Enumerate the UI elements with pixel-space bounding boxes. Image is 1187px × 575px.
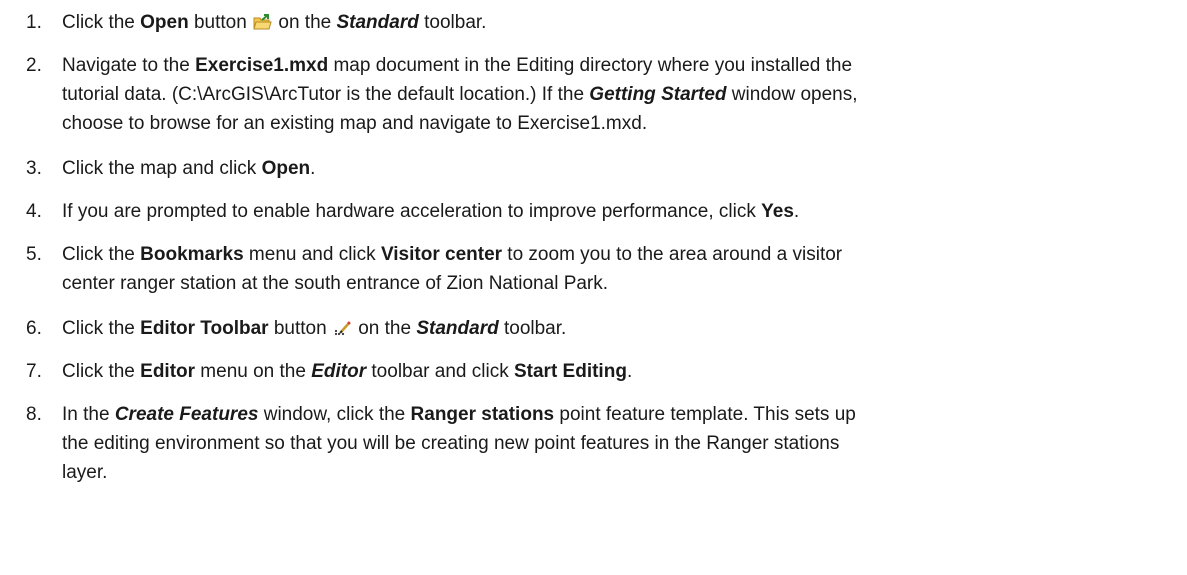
open-button-ref: Open [140, 12, 189, 33]
start-editing-ref: Start Editing [513, 361, 627, 382]
text: toolbar and click [366, 361, 514, 382]
line: center ranger station at the south entra… [62, 269, 1182, 298]
ranger-stations-ref: Ranger stations [410, 404, 555, 425]
standard-toolbar-ref: Standard [336, 12, 419, 33]
step-text: Click the Editor menu on the Editor tool… [62, 357, 1182, 386]
step-number: 5. [26, 244, 42, 265]
editor-toolbar-icon [333, 316, 352, 336]
step-text: Click the map and click Open. [62, 154, 1182, 183]
text: map document in the Editing directory wh… [328, 55, 853, 76]
line: In the Create Features window, click the… [62, 400, 1182, 429]
window-ref: Getting Started [589, 84, 727, 105]
line: Navigate to the Exercise1.mxd map docume… [62, 51, 1182, 80]
step-number: 2. [26, 55, 42, 76]
text: on the [352, 318, 417, 339]
text: Click the [62, 12, 141, 33]
step-text: Navigate to the Exercise1.mxd map docume… [62, 51, 1182, 138]
text: button [268, 318, 332, 339]
file-ref: Exercise1.mxd [195, 55, 329, 76]
step-text: In the Create Features window, click the… [62, 400, 1182, 487]
text: Click the [62, 244, 141, 265]
standard-toolbar-ref: Standard [416, 318, 499, 339]
line: Click the Bookmarks menu and click Visit… [62, 240, 1182, 269]
text: toolbar. [418, 12, 487, 33]
text: Click the [62, 318, 141, 339]
open-folder-icon [253, 10, 272, 30]
yes-ref: Yes [761, 201, 794, 222]
text: If you are prompted to enable hardware a… [62, 201, 762, 222]
step-number: 6. [26, 318, 42, 339]
line: the editing environment so that you will… [62, 429, 1182, 458]
create-features-ref: Create Features [114, 404, 259, 425]
text: menu on the [195, 361, 312, 382]
text: point feature template. This sets up [554, 404, 856, 425]
text: . [793, 201, 800, 222]
editor-toolbar-ref: Editor [311, 361, 367, 382]
text: layer. [62, 462, 108, 483]
step-text: Click the Open button on the Standard to… [62, 8, 1182, 37]
step-number: 4. [26, 201, 42, 222]
visitor-center-ref: Visitor center [380, 244, 503, 265]
step-number: 3. [26, 158, 42, 179]
bookmarks-ref: Bookmarks [140, 244, 244, 265]
text: window, click the [258, 404, 411, 425]
text: . [626, 361, 633, 382]
text: center ranger station at the south entra… [62, 273, 609, 294]
line: layer. [62, 458, 1182, 487]
text: toolbar. [498, 318, 567, 339]
text: window opens, [726, 84, 858, 105]
step-number: 8. [26, 404, 42, 425]
editor-menu-ref: Editor [140, 361, 196, 382]
text: the editing environment so that you will… [62, 433, 840, 454]
text: Click the map and click [62, 158, 262, 179]
text: choose to browse for an existing map and… [62, 113, 648, 134]
text: menu and click [243, 244, 381, 265]
text: to zoom you to the area around a visitor [502, 244, 843, 265]
text: In the [62, 404, 115, 425]
step-text: Click the Editor Toolbar button on the S… [62, 314, 1182, 343]
step-number: 1. [26, 12, 42, 33]
line: choose to browse for an existing map and… [62, 109, 1182, 138]
editor-toolbar-ref: Editor Toolbar [140, 318, 269, 339]
text: button [188, 12, 253, 33]
text: tutorial data. (C:\ArcGIS\ArcTutor is th… [62, 84, 590, 105]
text: on the [273, 12, 337, 33]
open-ref: Open [261, 158, 311, 179]
line: tutorial data. (C:\ArcGIS\ArcTutor is th… [62, 80, 1182, 109]
text: Click the [62, 361, 141, 382]
text: Navigate to the [62, 55, 196, 76]
step-text: Click the Bookmarks menu and click Visit… [62, 240, 1182, 298]
text: . [310, 158, 316, 179]
step-text: If you are prompted to enable hardware a… [62, 197, 1182, 226]
step-number: 7. [26, 361, 42, 382]
